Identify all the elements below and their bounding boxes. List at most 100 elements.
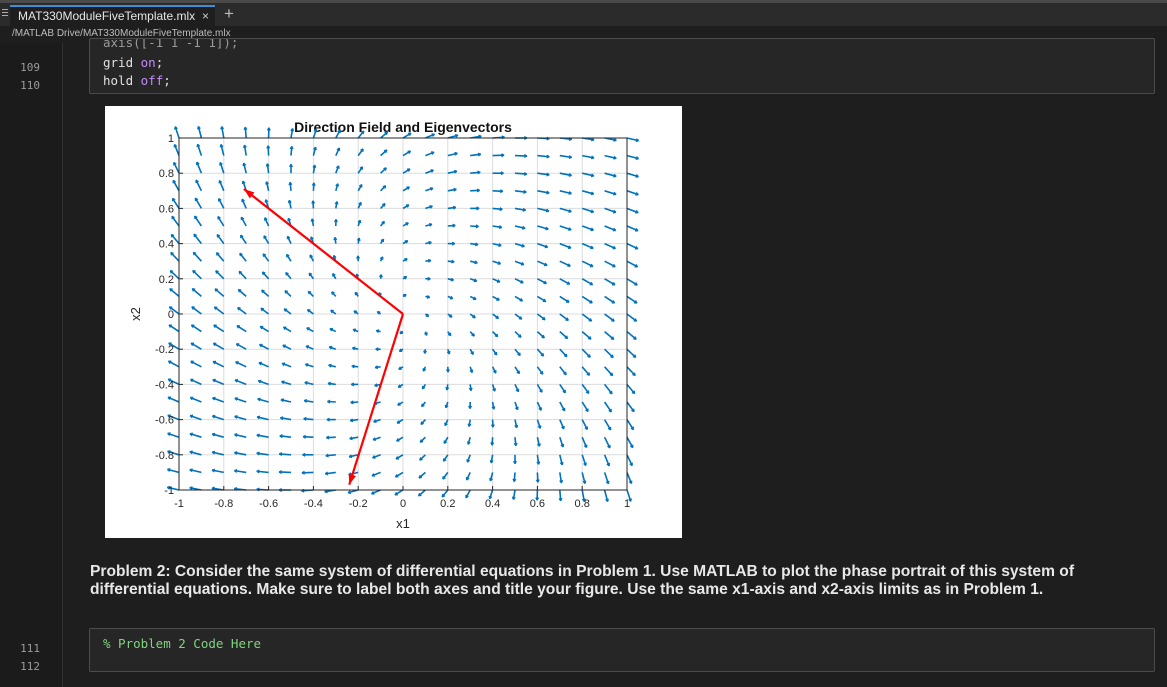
y-tick-label: 0.6 — [159, 203, 174, 215]
field-arrow — [168, 324, 180, 333]
eigenvector-line — [348, 313, 405, 486]
field-arrow — [604, 260, 616, 268]
code-line: axis([-1 1 -1 1]); — [103, 38, 239, 50]
x-tick-label: 1 — [624, 498, 630, 510]
field-arrow — [236, 325, 247, 333]
line-number: 110 — [20, 79, 40, 92]
field-arrow — [604, 348, 614, 359]
x-tick-label: 0.4 — [485, 498, 500, 510]
y-tick-label: -1 — [164, 485, 174, 497]
field-arrow — [235, 343, 247, 350]
chart-title: Direction Field and Eigenvectors — [294, 119, 512, 135]
y-tick-label: 0.8 — [159, 168, 174, 180]
field-arrow — [237, 306, 247, 315]
y-tick-label: -0.2 — [155, 344, 174, 356]
field-arrow — [559, 366, 567, 376]
field-arrow — [581, 278, 594, 286]
y-tick-label: -0.8 — [155, 450, 174, 462]
field-arrow — [215, 252, 225, 262]
y-tick-label: -0.6 — [155, 415, 174, 427]
field-arrow — [603, 383, 613, 395]
line-number-gutter: 109 110 111 112 — [0, 43, 63, 687]
field-arrow — [536, 331, 545, 339]
field-arrow — [261, 289, 270, 297]
y-tick-label: 0.2 — [159, 274, 174, 286]
field-arrow — [212, 342, 225, 350]
field-arrow — [604, 295, 616, 304]
field-arrow — [626, 278, 638, 286]
x-tick-label: 0 — [400, 498, 406, 510]
field-arrow — [626, 436, 634, 449]
field-arrow — [581, 383, 590, 394]
field-arrow — [581, 401, 589, 412]
field-arrow — [260, 307, 270, 315]
field-arrow — [194, 197, 203, 209]
field-arrow — [559, 278, 571, 285]
x-tick-label: 0.6 — [530, 498, 545, 510]
field-arrow — [581, 330, 592, 340]
field-arrow — [559, 383, 567, 394]
field-arrow — [173, 162, 180, 174]
file-tab[interactable]: MAT330ModuleFiveTemplate.mlx × — [10, 5, 215, 26]
field-arrow — [581, 366, 591, 376]
field-arrow — [192, 269, 202, 280]
menu-icon[interactable] — [2, 9, 8, 19]
field-arrow — [603, 401, 613, 413]
field-arrow — [626, 383, 636, 395]
field-arrow — [604, 278, 616, 286]
field-arrow — [193, 215, 203, 227]
field-arrow — [604, 330, 615, 340]
tab-bar: MAT330ModuleFiveTemplate.mlx × + — [0, 0, 1167, 26]
field-arrow — [536, 313, 546, 321]
field-arrow — [171, 215, 180, 227]
figure: Direction Field and Eigenvectors -1 -0.8 -… — [105, 106, 682, 538]
y-tick-label: 0 — [168, 309, 174, 321]
field-arrow — [604, 313, 615, 322]
field-arrow — [261, 271, 270, 280]
line-number: 111 — [20, 642, 40, 655]
x-tick-label: -0.6 — [259, 498, 278, 510]
field-arrow — [626, 313, 638, 322]
direction-field-chart: Direction Field and Eigenvectors -1 -0.8 -… — [128, 119, 640, 531]
field-arrow — [192, 251, 202, 262]
field-arrow — [581, 260, 594, 268]
y-tick-label: -0.4 — [155, 379, 174, 391]
field-arrow — [417, 489, 426, 497]
field-arrow — [193, 233, 203, 245]
code-block[interactable]: % Problem 2 Code Here — [89, 628, 1155, 672]
field-arrow — [215, 270, 225, 280]
field-arrow — [217, 216, 225, 227]
field-arrow — [237, 288, 247, 297]
field-arrow — [559, 348, 568, 358]
field-arrow — [212, 360, 225, 368]
field-arrow — [190, 360, 202, 368]
field-arrow — [216, 234, 225, 245]
code-block[interactable]: axis([-1 1 -1 1]); grid on; hold off; — [89, 38, 1155, 94]
field-arrow — [536, 348, 545, 357]
field-arrow — [604, 366, 614, 377]
code-comment: % Problem 2 Code Here — [103, 636, 262, 651]
field-arrow — [581, 295, 593, 304]
axis-ticks: -1 -0.8 -0.6 -0.4 -0.2 0 0.2 0.4 0.6 0.8 1 1 0.8 0.6 0… — [155, 133, 630, 510]
field-arrow — [172, 179, 180, 192]
eigenvectors — [243, 188, 405, 486]
field-arrow — [626, 419, 635, 431]
code-line: hold off; — [103, 73, 171, 88]
field-arrow — [626, 366, 636, 377]
field-arrow — [626, 348, 637, 359]
field-arrow — [195, 179, 203, 192]
field-arrow — [603, 436, 611, 449]
field-arrow — [626, 401, 635, 413]
y-tick-label: 0.4 — [159, 239, 174, 251]
field-arrow — [626, 260, 638, 268]
field-arrow — [169, 288, 180, 298]
close-icon[interactable]: × — [202, 7, 209, 25]
add-tab-icon[interactable]: + — [224, 5, 234, 23]
line-number: 112 — [20, 660, 40, 673]
x-tick-label: -0.4 — [304, 498, 323, 510]
field-arrow — [214, 288, 225, 298]
field-arrow — [626, 454, 633, 466]
y-tick-label: 1 — [168, 133, 174, 145]
field-arrow — [626, 330, 637, 340]
field-arrow — [190, 324, 202, 333]
